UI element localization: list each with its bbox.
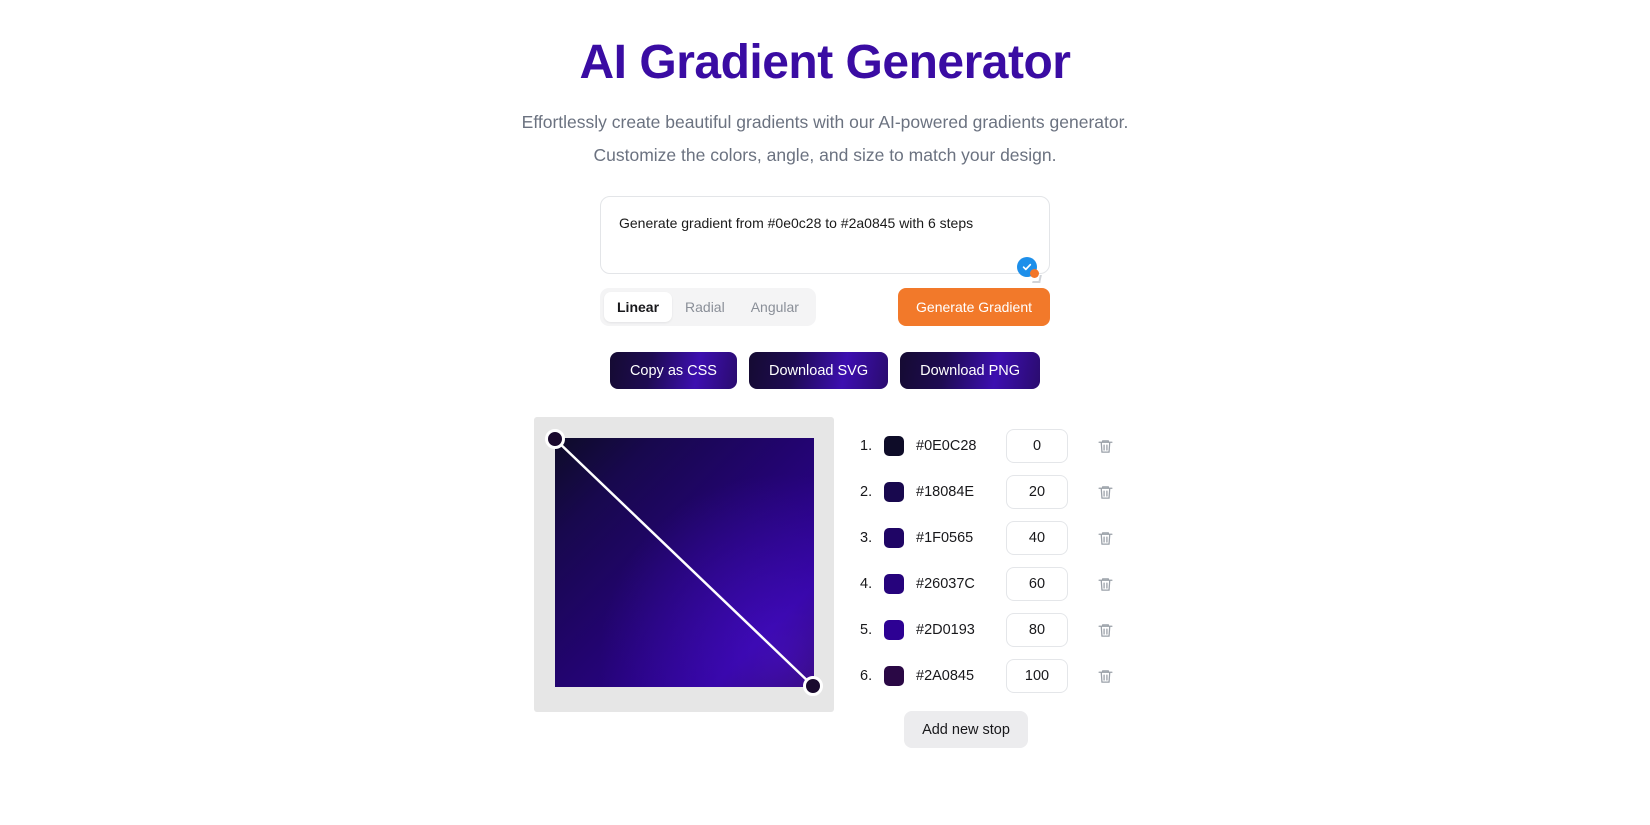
prompt-input[interactable]: Generate gradient from #0e0c28 to #2a084… <box>600 196 1050 283</box>
tab-linear[interactable]: Linear <box>604 292 673 322</box>
download-png-button[interactable]: Download PNG <box>900 352 1041 389</box>
stop-hex-label: #1F0565 <box>916 530 974 546</box>
stop-hex-label: #2A0845 <box>916 668 975 684</box>
trash-icon <box>1097 577 1113 591</box>
stop-hex-label: #18084E <box>916 484 975 500</box>
color-swatch[interactable] <box>884 620 904 640</box>
trash-icon <box>1097 669 1113 683</box>
page-subtitle: Effortlessly create beautiful gradients … <box>521 112 1129 165</box>
gradient-generator-page: AI Gradient Generator Effortlessly creat… <box>0 0 1650 825</box>
delete-stop-button[interactable] <box>1094 527 1116 549</box>
prompt-text[interactable]: Generate gradient from #0e0c28 to #2a084… <box>619 213 1031 233</box>
copy-as-css-button[interactable]: Copy as CSS <box>609 352 737 389</box>
stop-position-input[interactable] <box>1006 521 1068 555</box>
stop-index: 3. <box>860 530 873 546</box>
trash-icon <box>1097 485 1113 499</box>
prompt-area: Generate gradient from #0e0c28 to #2a084… <box>600 196 1050 283</box>
gradient-preview[interactable] <box>534 417 834 712</box>
table-row: 3. #1F0565 <box>860 515 1116 561</box>
delete-stop-button[interactable] <box>1094 665 1116 687</box>
gradient-controls-row: Linear Radial Angular Generate Gradient <box>600 288 1050 326</box>
stop-index: 2. <box>860 484 873 500</box>
stop-hex-label: #0E0C28 <box>916 438 977 454</box>
gradient-end-handle[interactable] <box>803 676 823 696</box>
table-row: 5. #2D0193 <box>860 607 1116 653</box>
page-header: AI Gradient Generator Effortlessly creat… <box>0 0 1650 172</box>
color-swatch[interactable] <box>884 482 904 502</box>
stop-position-input[interactable] <box>1006 429 1068 463</box>
gradient-type-tabs: Linear Radial Angular <box>600 288 816 326</box>
color-swatch[interactable] <box>884 528 904 548</box>
verified-check-icon <box>1017 257 1042 283</box>
add-new-stop-button[interactable]: Add new stop <box>904 711 1028 748</box>
main-area: 1. #0E0C28 2. #18084E <box>0 417 1650 748</box>
table-row: 4. #26037C <box>860 561 1116 607</box>
tab-radial[interactable]: Radial <box>672 292 738 322</box>
add-stop-row: Add new stop <box>860 711 1116 748</box>
color-stops-panel: 1. #0E0C28 2. #18084E <box>860 417 1116 748</box>
stop-position-input[interactable] <box>1006 613 1068 647</box>
stop-hex-label: #2D0193 <box>916 622 975 638</box>
table-row: 1. #0E0C28 <box>860 423 1116 469</box>
page-title: AI Gradient Generator <box>579 36 1071 89</box>
stop-index: 1. <box>860 438 873 454</box>
gradient-start-handle[interactable] <box>545 429 565 449</box>
stop-index: 5. <box>860 622 873 638</box>
table-row: 6. #2A0845 <box>860 653 1116 699</box>
table-row: 2. #18084E <box>860 469 1116 515</box>
stop-position-input[interactable] <box>1006 475 1068 509</box>
stop-index: 6. <box>860 668 873 684</box>
download-svg-button[interactable]: Download SVG <box>748 352 889 389</box>
trash-icon <box>1097 439 1113 453</box>
delete-stop-button[interactable] <box>1094 435 1116 457</box>
tab-angular[interactable]: Angular <box>738 292 812 322</box>
generate-gradient-button[interactable]: Generate Gradient <box>898 288 1050 326</box>
color-swatch[interactable] <box>884 574 904 594</box>
trash-icon <box>1097 531 1113 545</box>
delete-stop-button[interactable] <box>1094 481 1116 503</box>
gradient-preview-surface <box>555 438 814 687</box>
delete-stop-button[interactable] <box>1094 619 1116 641</box>
export-buttons-row: Copy as CSS Download SVG Download PNG <box>0 352 1650 389</box>
color-swatch[interactable] <box>884 436 904 456</box>
stop-position-input[interactable] <box>1006 567 1068 601</box>
stop-index: 4. <box>860 576 873 592</box>
stop-position-input[interactable] <box>1006 659 1068 693</box>
trash-icon <box>1097 623 1113 637</box>
stop-hex-label: #26037C <box>916 576 975 592</box>
color-swatch[interactable] <box>884 666 904 686</box>
delete-stop-button[interactable] <box>1094 573 1116 595</box>
